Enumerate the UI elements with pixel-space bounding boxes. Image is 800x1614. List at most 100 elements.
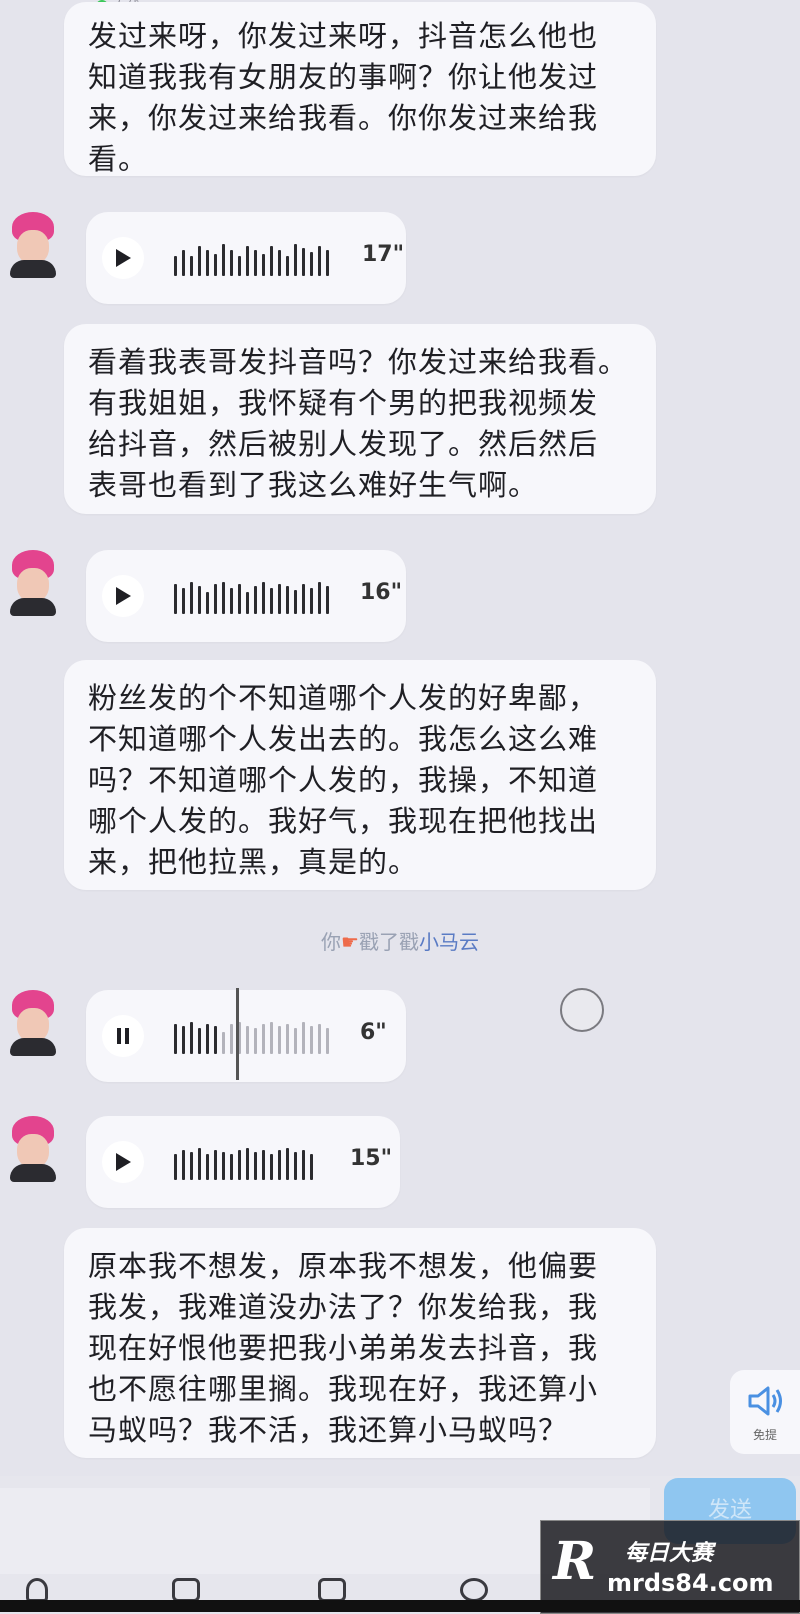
waveform: [174, 1020, 344, 1054]
waveform-bar: [270, 1022, 273, 1054]
waveform-bar: [278, 1150, 281, 1180]
pause-button[interactable]: [102, 1015, 144, 1057]
voice-message-2[interactable]: 16": [86, 550, 406, 642]
waveform-bar: [318, 246, 321, 276]
play-button[interactable]: [102, 1141, 144, 1183]
voice-message-3[interactable]: 6": [86, 990, 406, 1082]
notice-action: 戳了戳: [358, 930, 419, 954]
image-icon[interactable]: [172, 1578, 200, 1602]
play-button[interactable]: [102, 575, 144, 617]
text-message-2[interactable]: 看着我表哥发抖音吗？你发过来给我看。 有我姐姐，我怀疑有个男的把我视频发 给抖音…: [64, 324, 656, 514]
bottom-edge: [0, 1600, 800, 1612]
waveform-bar: [190, 1152, 193, 1180]
avatar[interactable]: [6, 550, 60, 618]
waveform-bar: [198, 1028, 201, 1054]
waveform-bar: [214, 584, 217, 614]
waveform-bar: [206, 250, 209, 276]
waveform-bar: [238, 584, 241, 614]
waveform-bar: [262, 1150, 265, 1180]
play-button[interactable]: [102, 237, 144, 279]
voice-duration: 17": [362, 242, 405, 267]
speaker-icon: [748, 1386, 782, 1416]
voice-duration: 15": [350, 1146, 393, 1171]
waveform-bar: [310, 588, 313, 614]
text-message-3[interactable]: 粉丝发的个不知道哪个人发的好卑鄙， 不知道哪个人发出去的。我怎么这么难 吗？不知…: [64, 660, 656, 890]
watermark-url: mrds84.com: [607, 1569, 774, 1597]
waveform-bar: [206, 1024, 209, 1054]
camera-icon[interactable]: [318, 1578, 346, 1602]
voice-message-4[interactable]: 15": [86, 1116, 400, 1208]
watermark-logo: R: [553, 1531, 597, 1592]
floating-assist-button[interactable]: [560, 988, 604, 1032]
text-message-4[interactable]: 原本我不想发，原本我不想发，他偏要 我发，我难道没办法了？你发给我，我 现在好恨…: [64, 1228, 656, 1458]
waveform-bar: [270, 246, 273, 276]
waveform: [174, 242, 334, 276]
waveform-bar: [310, 1154, 313, 1180]
waveform-bar: [302, 1150, 305, 1180]
waveform-bar: [278, 584, 281, 614]
waveform-bar: [310, 1026, 313, 1054]
avatar[interactable]: [6, 212, 60, 280]
waveform-bar: [302, 248, 305, 276]
waveform-bar: [238, 256, 241, 276]
waveform-bar: [238, 1150, 241, 1180]
waveform-bar: [254, 1028, 257, 1054]
waveform-bar: [254, 1152, 257, 1180]
message-text: 粉丝发的个不知道哪个人发的好卑鄙， 不知道哪个人发出去的。我怎么这么难 吗？不知…: [88, 681, 599, 879]
waveform-bar: [254, 250, 257, 276]
waveform: [174, 1146, 334, 1180]
waveform-bar: [230, 250, 233, 276]
waveform-bar: [182, 250, 185, 276]
waveform-bar: [222, 1152, 225, 1180]
waveform-bar: [246, 592, 249, 614]
waveform: [174, 580, 344, 614]
waveform-bar: [254, 586, 257, 614]
poke-hand-icon: ☛: [341, 930, 359, 954]
waveform-bar: [230, 1024, 233, 1054]
avatar[interactable]: [6, 1116, 60, 1184]
waveform-bar: [206, 1154, 209, 1180]
waveform-bar: [286, 1024, 289, 1054]
text-message-1[interactable]: 发过来呀，你发过来呀，抖音怎么他也 知道我我有女朋友的事啊？你让他发过 来，你发…: [64, 2, 656, 176]
waveform-bar: [246, 246, 249, 276]
waveform-bar: [174, 584, 177, 614]
waveform-bar: [222, 1032, 225, 1054]
speaker-label: 免提: [752, 1428, 777, 1442]
waveform-bar: [262, 254, 265, 276]
waveform-bar: [206, 592, 209, 614]
avatar[interactable]: [6, 990, 60, 1058]
message-text: 原本我不想发，原本我不想发，他偏要 我发，我难道没办法了？你发给我，我 现在好恨…: [88, 1249, 599, 1447]
play-icon: [116, 249, 131, 267]
waveform-bar: [270, 588, 273, 614]
waveform-bar: [294, 590, 297, 614]
waveform-bar: [246, 1026, 249, 1054]
waveform-bar: [294, 1028, 297, 1054]
waveform-bar: [230, 588, 233, 614]
waveform-bar: [270, 1154, 273, 1180]
waveform-bar: [326, 1028, 329, 1054]
message-text: 看着我表哥发抖音吗？你发过来给我看。 有我姐姐，我怀疑有个男的把我视频发 给抖音…: [88, 345, 629, 502]
waveform-bar: [318, 1024, 321, 1054]
waveform-bar: [198, 586, 201, 614]
waveform-bar: [326, 586, 329, 614]
waveform-bar: [230, 1154, 233, 1180]
emoji-icon[interactable]: [460, 1578, 488, 1602]
play-icon: [116, 1153, 131, 1171]
pause-icon: [117, 1028, 129, 1044]
notice-target[interactable]: 小马云: [419, 930, 479, 954]
waveform-bar: [190, 256, 193, 276]
speaker-toggle[interactable]: 免提: [730, 1370, 800, 1454]
waveform-bar: [182, 1150, 185, 1180]
waveform-bar: [294, 244, 297, 276]
system-notice: 你☛戳了戳小马云: [0, 926, 800, 955]
waveform-bar: [278, 250, 281, 276]
waveform-bar: [286, 1148, 289, 1180]
waveform-bar: [174, 256, 177, 276]
voice-message-1[interactable]: 17": [86, 212, 406, 304]
waveform-bar: [182, 588, 185, 614]
voice-input-icon[interactable]: [26, 1578, 48, 1602]
message-text: 发过来呀，你发过来呀，抖音怎么他也 知道我我有女朋友的事啊？你让他发过 来，你发…: [88, 19, 599, 176]
waveform-bar: [286, 256, 289, 276]
waveform-bar: [294, 1152, 297, 1180]
play-icon: [116, 587, 131, 605]
